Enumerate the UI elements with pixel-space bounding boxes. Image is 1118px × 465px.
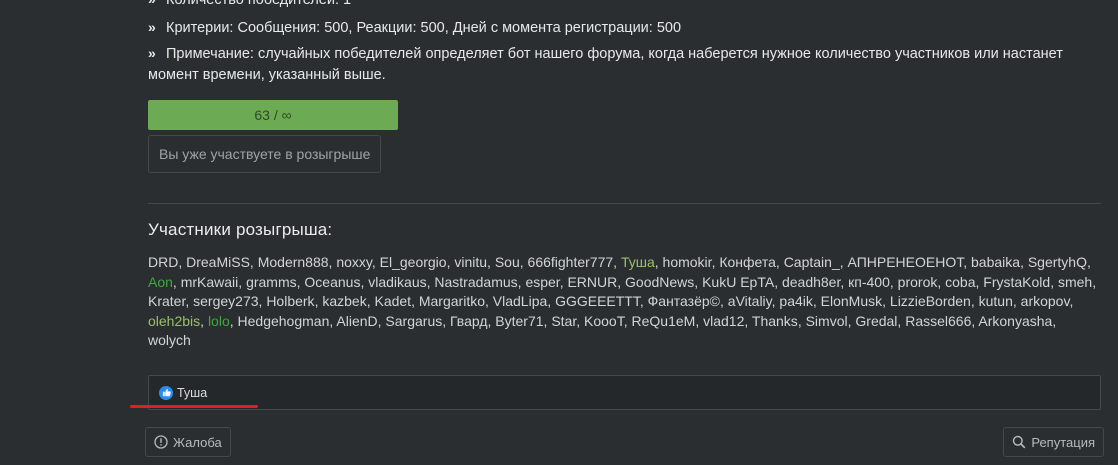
reputation-button[interactable]: Репутация xyxy=(1003,427,1104,457)
participant-link[interactable]: lolo xyxy=(208,313,230,329)
winners-line: »Количество победителей: 1 xyxy=(148,0,1101,11)
participant-link[interactable]: deadh8er xyxy=(782,274,840,290)
participate-status-button[interactable]: Вы уже участвуете в розыгрыше xyxy=(148,135,382,173)
participant-link[interactable]: Aon xyxy=(148,274,173,290)
participant-link[interactable]: FrystaKold xyxy=(983,274,1050,290)
chevron-right-icon: » xyxy=(148,45,156,61)
participant-link[interactable]: aVitaliy xyxy=(728,293,772,309)
divider xyxy=(148,203,1101,204)
progress-label: 63 / ∞ xyxy=(254,107,292,123)
participant-link[interactable]: Thanks xyxy=(752,313,798,329)
reaction-user-link[interactable]: Туша xyxy=(177,386,207,400)
participant-link[interactable]: KoooT xyxy=(584,313,624,329)
participant-link[interactable]: Фантазёр© xyxy=(648,293,720,309)
alert-circle-icon xyxy=(154,435,168,449)
participant-link[interactable]: esper xyxy=(525,274,559,290)
participant-link[interactable]: Sou xyxy=(495,254,520,270)
participant-link[interactable]: ERNUR xyxy=(567,274,617,290)
participant-link[interactable]: babaika xyxy=(971,254,1020,270)
participant-link[interactable]: VladLipa xyxy=(493,293,548,309)
participant-link[interactable]: Modern888 xyxy=(258,254,329,270)
participant-link[interactable]: LizzieBorden xyxy=(890,293,971,309)
participant-link[interactable]: Гвард xyxy=(450,313,488,329)
report-button[interactable]: Жалоба xyxy=(145,427,231,457)
participant-link[interactable]: GoodNews xyxy=(625,274,694,290)
participant-link[interactable]: El_georgio xyxy=(380,254,447,270)
participants-list: DRD, DreaMiSS, Modern888, noxxy, El_geor… xyxy=(148,254,1097,348)
participant-link[interactable]: Arkonyasha xyxy=(978,313,1052,329)
participant-link[interactable]: ReQu1eM xyxy=(632,313,696,329)
post-page: »Количество победителей: 1 »Критерии: Со… xyxy=(0,0,1118,465)
note-line: » Примечание: случайных победителей опред… xyxy=(148,45,1063,83)
participant-link[interactable]: sergey273 xyxy=(193,293,258,309)
participant-link[interactable]: KukU EpTA xyxy=(702,274,774,290)
participant-link[interactable]: Туша xyxy=(621,254,655,270)
chevron-right-icon: » xyxy=(148,0,160,10)
search-icon xyxy=(1013,435,1026,449)
participant-link[interactable]: Holberk xyxy=(266,293,314,309)
participant-link[interactable]: Byter71 xyxy=(495,313,543,329)
participants-title: Участники розыгрыша: xyxy=(148,220,333,239)
participant-link[interactable]: Hedgehogman xyxy=(238,313,330,329)
participant-link[interactable]: Simvol xyxy=(806,313,848,329)
participant-link[interactable]: coba xyxy=(945,274,975,290)
participant-link[interactable]: SgertyhQ xyxy=(1028,254,1087,270)
participant-link[interactable]: кп-400 xyxy=(848,274,890,290)
participant-link[interactable]: vinitu xyxy=(454,254,487,270)
participant-link[interactable]: Nastradamus xyxy=(434,274,517,290)
criteria-line: » Критерии: Сообщения: 500, Реакции: 500,… xyxy=(148,19,682,36)
participant-link[interactable]: АПНРЕНЕОЕНОТ xyxy=(848,254,964,270)
participant-link[interactable]: wolych xyxy=(148,332,191,348)
participant-link[interactable]: Rassel666 xyxy=(905,313,971,329)
participant-link[interactable]: Конфета xyxy=(719,254,776,270)
participants-progress-bar: 63 / ∞ xyxy=(148,100,398,130)
participant-link[interactable]: arkopov xyxy=(1021,293,1070,309)
participant-link[interactable]: kutun xyxy=(979,293,1013,309)
participant-link[interactable]: smeh xyxy=(1058,274,1092,290)
participant-link[interactable]: Captain_ xyxy=(784,254,840,270)
participant-link[interactable]: vlad12 xyxy=(703,313,744,329)
thumbs-up-icon xyxy=(159,385,173,400)
participant-link[interactable]: DRD xyxy=(148,254,178,270)
participant-link[interactable]: Krater xyxy=(148,293,185,309)
participant-link[interactable]: Kadet xyxy=(374,293,411,309)
participant-link[interactable]: Sargarus xyxy=(385,313,442,329)
participant-link[interactable]: homokir xyxy=(663,254,712,270)
participant-link[interactable]: gramms xyxy=(246,274,297,290)
report-button-label: Жалоба xyxy=(173,434,222,450)
participant-link[interactable]: DreaMiSS xyxy=(186,254,250,270)
participant-link[interactable]: Gredal xyxy=(855,313,897,329)
participant-link[interactable]: noxxy xyxy=(336,254,372,270)
participant-link[interactable]: oleh2bis xyxy=(148,313,200,329)
participant-link[interactable]: prorok xyxy=(898,274,938,290)
participant-link[interactable]: pa4ik xyxy=(779,293,812,309)
participant-link[interactable]: AlienD xyxy=(336,313,377,329)
reactions-bar[interactable]: Туша xyxy=(148,375,1101,410)
participant-link[interactable]: Oceanus xyxy=(304,274,360,290)
participant-link[interactable]: ElonMusk xyxy=(821,293,882,309)
participant-link[interactable]: kazbek xyxy=(322,293,366,309)
chevron-right-icon: » xyxy=(148,19,156,35)
giveaway-block: »Количество победителей: 1 »Критерии: Со… xyxy=(148,0,1101,351)
reputation-button-label: Репутация xyxy=(1031,434,1095,450)
red-underline-annotation xyxy=(130,405,258,408)
participant-link[interactable]: mrKawaii xyxy=(181,274,239,290)
participant-link[interactable]: Margaritko xyxy=(419,293,485,309)
participant-link[interactable]: Star xyxy=(551,313,576,329)
participant-link[interactable]: 666fighter777 xyxy=(528,254,614,270)
participate-status-label: Вы уже участвуете в розыгрыше xyxy=(159,146,371,162)
participant-link[interactable]: GGGEEETTT xyxy=(555,293,640,309)
participant-link[interactable]: vladikaus xyxy=(368,274,426,290)
